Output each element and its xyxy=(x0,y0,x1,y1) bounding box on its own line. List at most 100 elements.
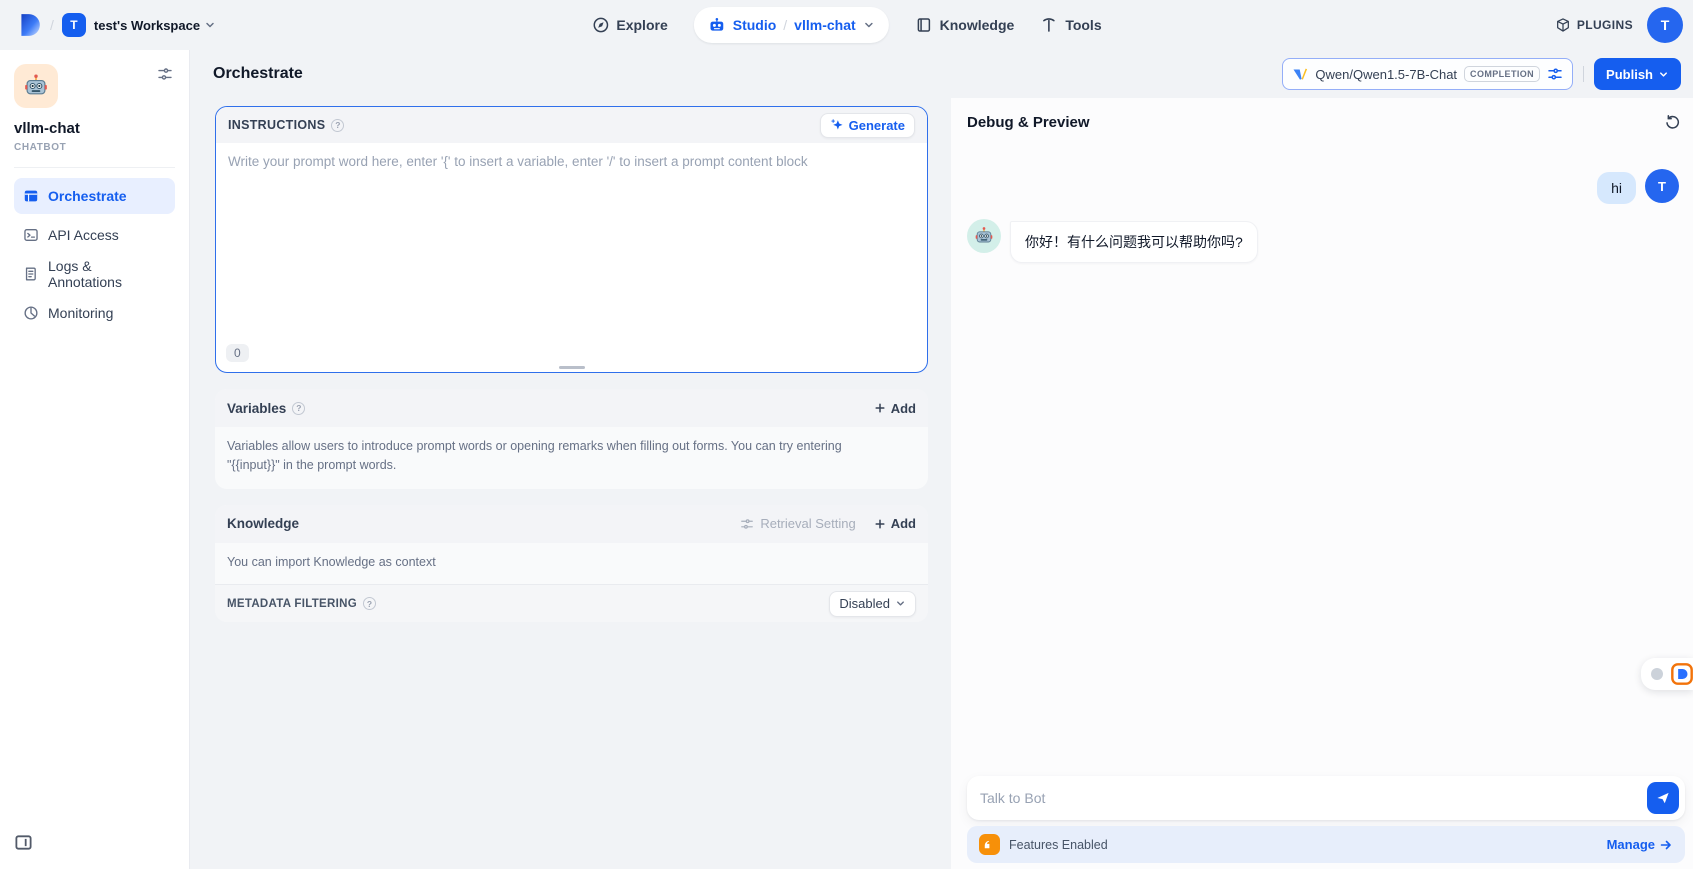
user-chat-avatar: T xyxy=(1645,169,1679,203)
sidebar-item-monitoring[interactable]: Monitoring xyxy=(14,295,175,331)
metadata-filtering-value: Disabled xyxy=(839,596,890,611)
breadcrumb-separator: / xyxy=(50,17,54,33)
features-icon xyxy=(979,834,1000,855)
features-label: Features Enabled xyxy=(1009,838,1108,852)
plugins-button[interactable]: PLUGINS xyxy=(1555,17,1633,33)
manage-features-link[interactable]: Manage xyxy=(1607,837,1673,852)
features-bar: Features Enabled Manage xyxy=(967,826,1685,863)
sparkles-icon xyxy=(830,118,844,132)
workspace-avatar[interactable]: T xyxy=(62,13,86,37)
plus-icon xyxy=(874,402,886,414)
sidebar-item-label: Orchestrate xyxy=(48,188,127,204)
restart-conversation-icon[interactable] xyxy=(1662,112,1683,133)
sidebar-item-api-access[interactable]: API Access xyxy=(14,217,175,253)
resize-handle[interactable] xyxy=(559,366,585,369)
metadata-filtering-dropdown[interactable]: Disabled xyxy=(829,591,916,617)
model-name: Qwen/Qwen1.5-7B-Chat xyxy=(1315,67,1457,82)
nav-current-app: vllm-chat xyxy=(794,17,855,33)
generate-button[interactable]: Generate xyxy=(820,113,915,138)
chevron-down-icon[interactable] xyxy=(863,19,875,31)
studio-robot-icon xyxy=(708,16,726,34)
model-mode-badge: COMPLETION xyxy=(1464,66,1540,82)
vllm-logo-icon xyxy=(1292,66,1308,82)
variables-panel: Variables Add Variables allow users to i… xyxy=(215,389,928,489)
add-knowledge-button[interactable]: Add xyxy=(874,516,916,531)
instructions-input[interactable] xyxy=(228,154,915,361)
knowledge-title: Knowledge xyxy=(227,516,299,531)
add-label: Add xyxy=(891,401,916,416)
help-icon xyxy=(331,119,344,132)
app-icon[interactable] xyxy=(14,64,58,108)
send-button[interactable] xyxy=(1647,782,1679,814)
debug-preview-panel: Debug & Preview hi T xyxy=(951,98,1693,869)
monitoring-icon xyxy=(23,305,39,321)
app-sidebar: vllm-chat CHATBOT Orchestrate API Access… xyxy=(0,50,190,869)
chat-input[interactable] xyxy=(980,790,1647,806)
retrieval-setting-label: Retrieval Setting xyxy=(760,516,855,531)
nav-studio-pill[interactable]: Studio / vllm-chat xyxy=(694,7,889,43)
arrow-right-icon xyxy=(1659,838,1673,852)
model-selector[interactable]: Qwen/Qwen1.5-7B-Chat COMPLETION xyxy=(1282,58,1573,90)
nav-explore[interactable]: Explore xyxy=(591,16,667,34)
workspace-switcher[interactable]: test's Workspace xyxy=(94,18,216,33)
sidebar-item-label: API Access xyxy=(48,227,119,243)
nav-knowledge[interactable]: Knowledge xyxy=(915,16,1015,34)
terminal-icon xyxy=(23,227,39,243)
app-settings-icon[interactable] xyxy=(155,64,175,89)
workspace-name: test's Workspace xyxy=(94,18,200,33)
robot-icon xyxy=(23,73,49,99)
nav-knowledge-label: Knowledge xyxy=(940,17,1015,33)
nav-separator: / xyxy=(783,17,787,33)
retrieval-setting-button[interactable]: Retrieval Setting xyxy=(740,516,855,531)
nav-tools[interactable]: Tools xyxy=(1040,16,1101,34)
chat-message-user: hi T xyxy=(967,169,1679,204)
assistant-message-bubble: 你好！有什么问题我可以帮助你吗? xyxy=(1010,221,1258,263)
character-count: 0 xyxy=(226,344,249,362)
collapse-sidebar-icon[interactable] xyxy=(14,833,33,857)
drag-dot-icon xyxy=(1651,668,1663,680)
dify-logo[interactable] xyxy=(16,12,42,38)
top-header: / T test's Workspace Explore Studio / vl… xyxy=(0,0,1693,50)
chat-input-container xyxy=(967,776,1685,820)
add-variable-button[interactable]: Add xyxy=(874,401,916,416)
generate-label: Generate xyxy=(849,118,905,133)
sidebar-item-label: Logs & Annotations xyxy=(48,258,166,290)
instructions-title: INSTRUCTIONS xyxy=(228,118,325,132)
add-label: Add xyxy=(891,516,916,531)
chat-area: hi T xyxy=(951,141,1693,776)
sidebar-item-orchestrate[interactable]: Orchestrate xyxy=(14,178,175,214)
debug-preview-title: Debug & Preview xyxy=(967,114,1090,131)
nav-studio-label: Studio xyxy=(733,17,777,33)
metadata-filtering-row: METADATA FILTERING Disabled xyxy=(215,584,928,622)
toolbar-divider xyxy=(1583,66,1584,82)
chevron-down-icon xyxy=(1658,69,1669,80)
knowledge-description: You can import Knowledge as context xyxy=(215,543,928,584)
help-icon xyxy=(363,597,376,610)
logs-icon xyxy=(23,266,39,282)
plugins-label: PLUGINS xyxy=(1577,18,1633,32)
sidebar-divider xyxy=(14,167,175,168)
sidebar-item-label: Monitoring xyxy=(48,305,113,321)
model-params-icon[interactable] xyxy=(1547,66,1563,82)
sidebar-item-logs-annotations[interactable]: Logs & Annotations xyxy=(14,256,175,292)
orchestrate-icon xyxy=(23,188,39,204)
robot-icon xyxy=(974,226,994,246)
retrieval-sliders-icon xyxy=(740,517,754,531)
publish-button[interactable]: Publish xyxy=(1594,58,1681,90)
user-avatar[interactable]: T xyxy=(1647,7,1683,43)
send-icon xyxy=(1655,790,1671,806)
page-title: Orchestrate xyxy=(213,65,303,83)
primary-nav: Explore Studio / vllm-chat Knowledge Too… xyxy=(591,0,1101,50)
explore-icon xyxy=(591,16,609,34)
app-type-badge: CHATBOT xyxy=(14,142,175,153)
knowledge-panel: Knowledge Retrieval Setting xyxy=(215,505,928,622)
variables-title: Variables xyxy=(227,401,286,416)
nav-explore-label: Explore xyxy=(616,17,667,33)
app-name: vllm-chat xyxy=(14,120,175,137)
instructions-panel: INSTRUCTIONS Generate 0 xyxy=(215,106,928,373)
user-message-bubble: hi xyxy=(1597,172,1636,204)
publish-label: Publish xyxy=(1606,67,1653,82)
floating-widget[interactable] xyxy=(1641,658,1693,690)
chevron-down-icon xyxy=(895,598,906,609)
variables-description: Variables allow users to introduce promp… xyxy=(215,427,855,489)
